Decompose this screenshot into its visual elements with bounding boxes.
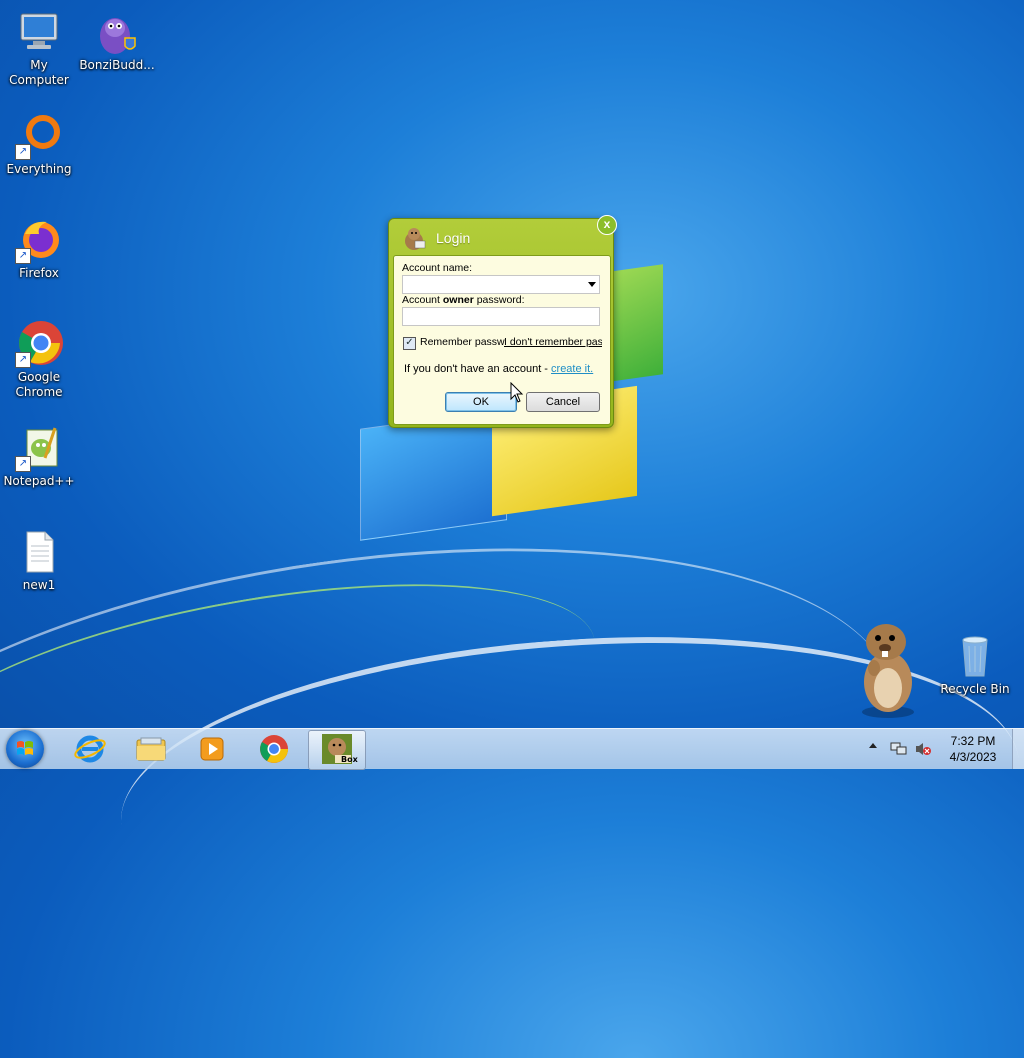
login-dialog: Login x Account name: Account owner pass… xyxy=(388,215,617,428)
taskbar-file-explorer[interactable] xyxy=(123,730,179,768)
desktop-icon-label: Google Chrome xyxy=(15,370,63,399)
desktop-icon-label: new1 xyxy=(22,578,56,592)
taskbar-box-app[interactable]: Box xyxy=(308,730,366,770)
desktop-icon-label: Firefox xyxy=(19,266,59,280)
chrome-icon xyxy=(260,735,288,763)
password-label: Account owner password: xyxy=(402,294,525,306)
desktop-icon-label: BonziBudd... xyxy=(79,58,155,72)
shortcut-arrow-icon: ↗ xyxy=(15,144,31,160)
ok-button[interactable]: OK xyxy=(445,392,517,412)
network-icon[interactable] xyxy=(890,741,908,760)
desktop-icon-label: Everything xyxy=(6,162,72,176)
bonzi-icon xyxy=(93,8,141,56)
media-player-icon xyxy=(200,737,224,761)
account-name-label: Account name: xyxy=(402,262,473,274)
mouse-cursor-icon xyxy=(510,381,524,407)
desktop-icon-my-computer[interactable]: My Computer xyxy=(0,8,78,88)
cancel-button[interactable]: Cancel xyxy=(526,392,600,412)
taskbar-chrome[interactable] xyxy=(246,730,302,768)
chrome-icon: ↗ xyxy=(15,320,63,368)
shortcut-arrow-icon: ↗ xyxy=(15,352,31,368)
desktop-icon-google-chrome[interactable]: ↗ Google Chrome xyxy=(0,320,78,400)
desktop-icon-bonzibuddy[interactable]: BonziBudd... xyxy=(78,8,156,73)
account-name-combobox[interactable] xyxy=(402,275,600,294)
text-file-icon xyxy=(15,528,63,576)
remember-password-checkbox[interactable]: ✓ xyxy=(403,337,416,350)
firefox-icon: ↗ xyxy=(15,216,63,264)
show-hidden-icons-button[interactable] xyxy=(869,743,877,748)
beaver-mascot[interactable] xyxy=(852,616,922,720)
everything-icon: ↗ xyxy=(15,112,63,160)
clock-time: 7:32 PM xyxy=(950,734,996,748)
taskbar-internet-explorer[interactable] xyxy=(62,730,118,768)
taskbar-media-player[interactable] xyxy=(184,730,240,768)
login-form: Account name: Account owner password: ✓ … xyxy=(393,255,611,425)
desktop-icon-label: Recycle Bin xyxy=(940,682,1010,696)
forgot-password-link[interactable]: I don't remember pas xyxy=(504,336,602,348)
desktop-icon-label: My Computer xyxy=(9,58,69,87)
file-explorer-icon xyxy=(136,737,166,761)
create-account-link[interactable]: create it. xyxy=(551,363,593,375)
clock-date: 4/3/2023 xyxy=(949,750,997,764)
desktop-icon-notepadpp[interactable]: ↗ Notepad++ xyxy=(0,424,78,489)
box-app-label: Box xyxy=(341,755,358,764)
shortcut-arrow-icon: ↗ xyxy=(15,456,31,472)
computer-icon xyxy=(15,8,63,56)
password-field[interactable] xyxy=(402,307,600,326)
notepadpp-icon: ↗ xyxy=(15,424,63,472)
windows-flag-icon xyxy=(17,741,33,755)
start-button[interactable] xyxy=(6,730,44,768)
desktop-icon-label: Notepad++ xyxy=(3,474,75,488)
desktop-icon-recycle-bin[interactable]: Recycle Bin xyxy=(936,632,1014,697)
chevron-down-icon[interactable] xyxy=(588,282,596,287)
no-account-text: If you don't have an account - create it… xyxy=(404,363,594,375)
dialog-title: Login xyxy=(436,230,471,246)
desktop-icon-everything[interactable]: ↗ Everything xyxy=(0,112,78,177)
show-desktop-button[interactable] xyxy=(1012,729,1024,769)
system-clock[interactable]: 7:32 PM 4/3/2023 xyxy=(940,733,1006,765)
recycle-bin-icon xyxy=(951,632,999,680)
remember-password-label: Remember passw xyxy=(420,336,505,348)
volume-muted-icon[interactable] xyxy=(914,741,932,760)
shortcut-arrow-icon: ↗ xyxy=(15,248,31,264)
close-button[interactable]: x xyxy=(597,215,617,235)
desktop-icon-firefox[interactable]: ↗ Firefox xyxy=(0,216,78,281)
internet-explorer-icon xyxy=(74,735,106,763)
beaver-app-icon xyxy=(401,225,427,251)
taskbar: Box 7:32 PM 4/3/2023 xyxy=(0,728,1024,770)
close-icon: x xyxy=(603,217,611,231)
desktop-icon-new1[interactable]: new1 xyxy=(0,528,78,593)
